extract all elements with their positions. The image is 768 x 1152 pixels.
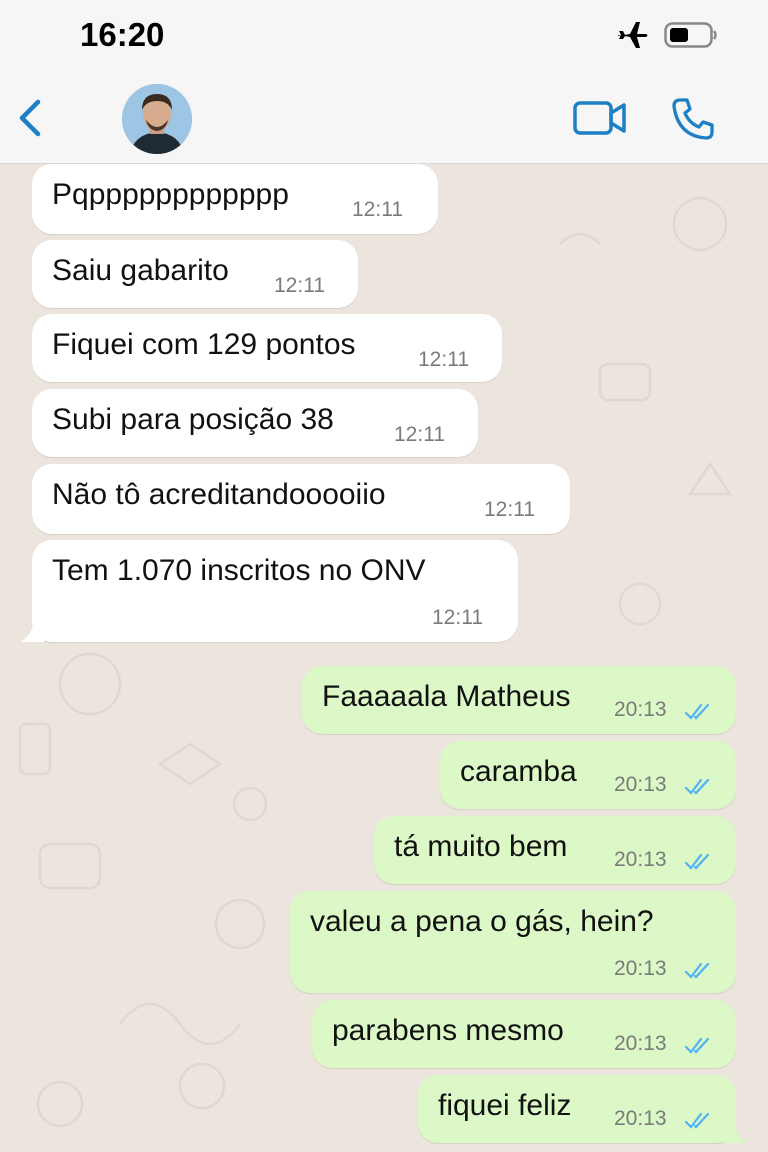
message-text: Pqpppppppppppp (52, 178, 289, 211)
status-time: 16:20 (80, 16, 165, 53)
message-time: 20:13 (614, 1107, 667, 1130)
message-time: 12:11 (274, 274, 325, 297)
message-time: 12:11 (418, 348, 469, 371)
outgoing-message[interactable]: parabens mesmo 20:13 (312, 1000, 736, 1068)
back-button[interactable] (14, 96, 48, 140)
video-call-button[interactable] (572, 98, 628, 138)
message-time: 20:13 (614, 773, 667, 796)
outgoing-message[interactable]: fiquei feliz 20:13 (418, 1075, 748, 1143)
incoming-message[interactable]: Não tô acreditandooooiio 12:11 (32, 464, 570, 534)
read-receipt-icon (684, 778, 710, 795)
incoming-message[interactable]: Saiu gabarito 12:11 (32, 240, 358, 308)
chevron-left-icon (19, 99, 41, 137)
outgoing-message[interactable]: caramba 20:13 (440, 741, 736, 809)
outgoing-message[interactable]: Faaaaala Matheus 20:13 (302, 666, 736, 734)
read-receipt-icon (684, 962, 710, 979)
message-time: 12:11 (484, 498, 535, 521)
avatar[interactable] (122, 84, 192, 154)
read-receipt-icon (684, 703, 710, 720)
message-text: Fiquei com 129 pontos (52, 328, 356, 361)
read-receipt-icon (684, 1112, 710, 1129)
chat-header (0, 70, 768, 164)
battery-icon (664, 21, 718, 54)
message-text: Subi para posição 38 (52, 403, 334, 436)
message-text: Não tô acreditandooooiio (52, 478, 386, 511)
message-text: Saiu gabarito (52, 254, 229, 287)
message-time: 20:13 (614, 957, 667, 980)
message-text: Faaaaala Matheus (322, 680, 571, 713)
message-text: parabens mesmo (332, 1014, 564, 1047)
status-bar: 16:20 (0, 0, 768, 70)
message-time: 12:11 (432, 606, 483, 629)
message-text: valeu a pena o gás, hein? (310, 905, 654, 938)
message-time: 12:11 (394, 423, 445, 446)
incoming-message[interactable]: Fiquei com 129 pontos 12:11 (32, 314, 502, 382)
chat-area[interactable]: Pqpppppppppppp 12:11 Saiu gabarito 12:11 Fiq… (0, 164, 768, 1152)
airplane-icon (616, 20, 650, 55)
message-time: 20:13 (614, 698, 667, 721)
incoming-message[interactable]: Tem 1.070 inscritos no ONV 12:11 (20, 540, 518, 642)
bubble-tail (724, 1121, 748, 1143)
message-text: Tem 1.070 inscritos no ONV (52, 554, 426, 587)
outgoing-message[interactable]: tá muito bem 20:13 (374, 816, 736, 884)
outgoing-message[interactable]: valeu a pena o gás, hein? 20:13 (290, 891, 736, 993)
message-time: 12:11 (352, 198, 403, 221)
message-text: caramba (460, 755, 577, 788)
message-time: 20:13 (614, 1032, 667, 1055)
message-text: tá muito bem (394, 830, 568, 863)
incoming-message[interactable]: Pqpppppppppppp 12:11 (32, 164, 438, 234)
read-receipt-icon (684, 1037, 710, 1054)
message-text: fiquei feliz (438, 1089, 572, 1122)
voice-call-button[interactable] (670, 96, 716, 142)
phone-icon (672, 98, 714, 140)
video-call-icon (573, 101, 626, 135)
read-receipt-icon (684, 853, 710, 870)
incoming-message[interactable]: Subi para posição 38 12:11 (32, 389, 478, 457)
bubble-tail (20, 620, 44, 642)
message-time: 20:13 (614, 848, 667, 871)
status-icons (616, 20, 718, 55)
